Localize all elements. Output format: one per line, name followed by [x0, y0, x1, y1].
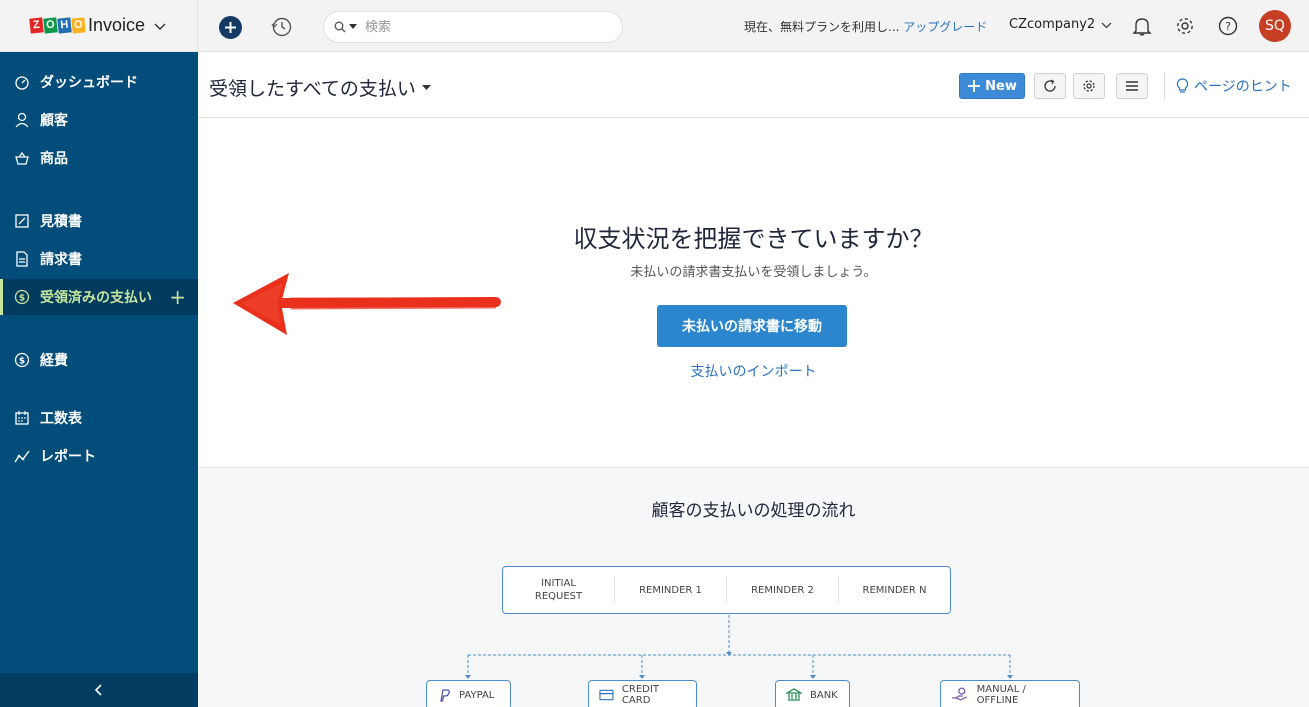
sidebar-item-label: ダッシュボード [40, 75, 138, 91]
sidebar-item-reports[interactable]: レポート [0, 438, 198, 474]
timesheet-icon [15, 411, 29, 425]
divider [1164, 72, 1165, 100]
plan-text: 現在、無料プランを利用し... [744, 20, 900, 34]
sidebar-item-label: 見積書 [40, 214, 82, 230]
avatar[interactable]: SQ [1259, 10, 1291, 42]
method-label: PAYPAL [459, 689, 495, 701]
method-credit-card: CREDIT CARD [588, 680, 697, 707]
flow-connectors [465, 615, 1013, 679]
history-icon[interactable] [271, 16, 293, 38]
method-manual-offline: MANUAL / OFFLINE [940, 680, 1080, 707]
quick-create-button[interactable] [219, 16, 242, 39]
logo-letter: H [57, 17, 72, 34]
sidebar-item-label: レポート [40, 449, 96, 465]
plus-icon [225, 22, 236, 33]
sidebar-item-payments-received[interactable]: $ 受領済みの支払い + [0, 279, 198, 315]
payment-icon: $ [14, 289, 30, 305]
invoice-icon [16, 251, 28, 267]
svg-text:$: $ [19, 357, 25, 367]
sidebar-item-label: 請求書 [40, 252, 82, 268]
help-icon[interactable]: ? [1217, 15, 1239, 37]
company-name: CZcompany2 [1009, 17, 1096, 32]
empty-state-heading: 収支状況を把握できていますか？ [573, 225, 934, 253]
payment-flow-section: 顧客の支払いの処理の流れ INITIAL REQUEST REMINDER 1 … [198, 467, 1309, 707]
app-root: Z O H O Invoice ダッシュボード 顧客 商品 見積書 請求書 $ … [0, 0, 1309, 707]
view-selector[interactable]: 受領したすべての支払い [209, 74, 431, 101]
sidebar-item-timesheet[interactable]: 工数表 [0, 400, 198, 436]
report-icon [14, 450, 30, 463]
basket-icon [15, 151, 29, 165]
user-icon [15, 112, 29, 128]
sidebar-item-invoices[interactable]: 請求書 [0, 241, 198, 277]
caret-down-icon [349, 24, 357, 29]
estimate-icon [15, 214, 29, 228]
hand-cash-icon [951, 687, 967, 701]
upgrade-link[interactable]: アップグレード [903, 20, 987, 34]
chevron-down-icon [154, 23, 166, 30]
method-paypal: PAYPAL [426, 680, 511, 707]
expense-icon: $ [14, 352, 30, 368]
gear-icon[interactable] [1174, 15, 1196, 37]
sidebar-item-expenses[interactable]: $ 経費 [0, 342, 198, 378]
gear-icon [1083, 80, 1095, 92]
sidebar-item-label: 経費 [40, 353, 68, 369]
paypal-icon [440, 689, 450, 702]
search-input[interactable] [365, 19, 585, 35]
collapse-sidebar-button[interactable] [0, 673, 198, 707]
method-label: MANUAL / OFFLINE [976, 684, 1026, 706]
plan-notice: 現在、無料プランを利用し... アップグレード [744, 18, 987, 35]
sidebar: Z O H O Invoice ダッシュボード 顧客 商品 見積書 請求書 $ … [0, 0, 198, 707]
logo-letter: O [43, 17, 58, 34]
refresh-icon [1044, 79, 1056, 92]
import-payments-link[interactable]: 支払いのインポート [198, 361, 1309, 381]
dashboard-icon [15, 76, 29, 90]
organization-switcher[interactable]: CZcompany2 [1009, 17, 1112, 32]
lightbulb-icon [1176, 78, 1189, 93]
caret-down-icon [421, 84, 431, 90]
svg-text:$: $ [19, 294, 25, 304]
app-logo[interactable]: Z O H O Invoice [0, 0, 198, 52]
empty-state: 収支状況を把握できていますか？ 未払いの請求書支払いを受領しましょう。 未払いの… [198, 119, 1309, 467]
sidebar-item-label: 工数表 [40, 411, 82, 427]
page-tips-link[interactable]: ページのヒント [1176, 76, 1292, 96]
svg-text:?: ? [1225, 20, 1231, 33]
method-label: CREDIT CARD [621, 684, 659, 706]
more-menu-button[interactable] [1116, 73, 1148, 99]
zoho-logo: Z O H O [29, 17, 86, 34]
chevron-left-icon [94, 684, 102, 696]
bell-icon[interactable] [1131, 15, 1153, 37]
hamburger-icon [1126, 81, 1138, 91]
bank-icon [786, 688, 802, 701]
new-button-label: New [985, 78, 1017, 94]
refresh-button[interactable] [1034, 73, 1066, 99]
search-icon [334, 21, 346, 33]
sidebar-item-label: 顧客 [40, 113, 68, 129]
chevron-down-icon [1101, 22, 1112, 28]
sidebar-item-customers[interactable]: 顧客 [0, 102, 198, 138]
empty-state-subtext: 未払いの請求書支払いを受領しましょう。 [630, 265, 877, 280]
method-bank: BANK [775, 680, 850, 707]
new-payment-button[interactable]: New [959, 73, 1025, 99]
top-bar: 現在、無料プランを利用し... アップグレード CZcompany2 ? SQ [198, 0, 1309, 52]
sidebar-item-items[interactable]: 商品 [0, 140, 198, 176]
sidebar-item-dashboard[interactable]: ダッシュボード [0, 64, 198, 100]
page-tips-label: ページのヒント [1194, 79, 1292, 95]
go-to-unpaid-invoices-button[interactable]: 未払いの請求書に移動 [657, 305, 847, 347]
credit-card-icon [599, 689, 614, 701]
plus-icon [968, 80, 981, 92]
logo-letter: Z [29, 17, 44, 34]
page-title: 受領したすべての支払い [209, 78, 416, 100]
search-box[interactable] [323, 11, 623, 43]
sidebar-item-label: 商品 [40, 151, 68, 167]
sidebar-item-estimates[interactable]: 見積書 [0, 203, 198, 239]
sidebar-item-label: 受領済みの支払い [40, 290, 152, 306]
page-header: 受領したすべての支払い New ページのヒント [198, 52, 1309, 118]
add-payment-button[interactable]: + [169, 285, 186, 309]
logo-letter: O [71, 17, 86, 34]
settings-button[interactable] [1073, 73, 1105, 99]
product-name: Invoice [88, 15, 146, 35]
method-label: BANK [810, 689, 838, 701]
